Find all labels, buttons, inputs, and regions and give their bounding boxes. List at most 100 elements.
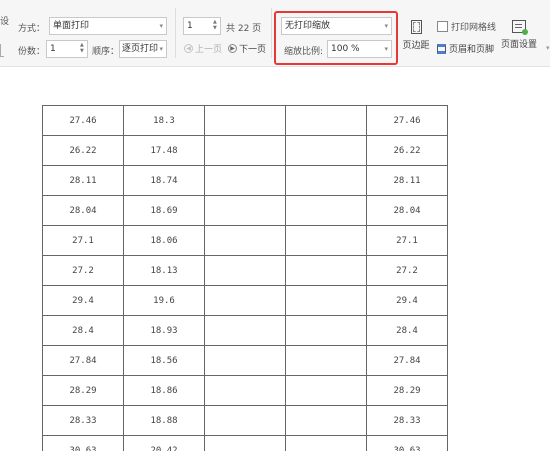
order-label: 顺序：: [92, 47, 120, 57]
prev-page-label: 上一页: [195, 45, 223, 55]
highlight-box: [274, 11, 398, 65]
page-margins-icon: [410, 20, 422, 34]
margins-label: 页边距: [402, 41, 430, 51]
table-cell: 27.84: [366, 345, 448, 376]
table-cell: [204, 135, 286, 166]
toolbar-edge-text: 设: [0, 17, 10, 27]
table-cell: 20.42: [123, 435, 205, 451]
toolbar-divider: [271, 8, 272, 58]
chevron-down-icon: ▾: [159, 22, 163, 30]
table-cell: [285, 165, 367, 196]
print-gridlines-checkbox[interactable]: 打印网格线: [437, 20, 496, 33]
table-cell: 27.46: [42, 105, 124, 136]
prev-page-button[interactable]: ◀ 上一页: [184, 42, 222, 55]
page-total: 共 22 页: [226, 24, 262, 34]
table-cell: [285, 435, 367, 451]
print-preview-toolbar: 设 方式： 单面打印 ▾ 份数： 1 ▲ ▼ 顺序： 逐页打印 ▾ 1 ▲ ▼ 共 …: [0, 0, 550, 67]
table-cell: [204, 105, 286, 136]
copies-stepper[interactable]: 1 ▲ ▼: [46, 40, 88, 58]
table-cell: 28.4: [42, 315, 124, 346]
print-order-select[interactable]: 逐页打印 ▾: [119, 40, 167, 58]
table-cell: 18.69: [123, 195, 205, 226]
arrow-left-icon: ◀: [184, 44, 193, 53]
print-method-select[interactable]: 单面打印 ▾: [49, 17, 167, 35]
table-cell: 27.46: [366, 105, 448, 136]
table-cell: 28.04: [42, 195, 124, 226]
table-cell: [285, 195, 367, 226]
table-cell: 18.06: [123, 225, 205, 256]
table-cell: [285, 405, 367, 436]
table-cell: [285, 255, 367, 286]
header-footer-label: 页眉和页脚: [449, 45, 495, 55]
table-cell: 18.56: [123, 345, 205, 376]
table-cell: 18.74: [123, 165, 205, 196]
table-row: 28.29 18.86 28.29: [42, 375, 448, 406]
table-cell: [285, 345, 367, 376]
table-row: 30.63 20.42 30.63: [42, 435, 448, 451]
checkbox-icon: [437, 21, 448, 32]
overflow-chevron-icon[interactable]: ▾: [546, 44, 550, 52]
header-footer-icon: [437, 43, 446, 54]
table-row: 26.22 17.48 26.22: [42, 135, 448, 166]
table-row: 28.04 18.69 28.04: [42, 195, 448, 226]
table-row: 28.33 18.88 28.33: [42, 405, 448, 436]
table-cell: 28.33: [42, 405, 124, 436]
table-cell: [204, 165, 286, 196]
table-cell: 27.2: [42, 255, 124, 286]
table-cell: 28.04: [366, 195, 448, 226]
print-order-value: 逐页打印: [122, 44, 159, 54]
table-cell: [285, 375, 367, 406]
table-cell: 17.48: [123, 135, 205, 166]
spinner-arrows-icon[interactable]: ▲ ▼: [80, 42, 85, 54]
chevron-down-icon: ▾: [159, 45, 163, 53]
page-number-stepper[interactable]: 1 ▲ ▼: [183, 17, 221, 35]
table-cell: 18.13: [123, 255, 205, 286]
table-row: 28.4 18.93 28.4: [42, 315, 448, 346]
data-table: 27.46 18.3 27.46 26.22 17.48 26.22 28.11 18.74 2…: [42, 105, 448, 451]
table-cell: [204, 405, 286, 436]
document-preview: 27.46 18.3 27.46 26.22 17.48 26.22 28.11 18.74 2…: [42, 105, 452, 451]
table-cell: 28.29: [42, 375, 124, 406]
next-page-label: 下一页: [239, 45, 267, 55]
table-cell: [204, 255, 286, 286]
table-cell: [285, 135, 367, 166]
table-cell: 27.1: [366, 225, 448, 256]
table-cell: [204, 315, 286, 346]
table-cell: [285, 105, 367, 136]
table-cell: 26.22: [42, 135, 124, 166]
table-row: 28.11 18.74 28.11: [42, 165, 448, 196]
table-cell: [204, 375, 286, 406]
page-setup-icon: [512, 20, 528, 35]
table-cell: 26.22: [366, 135, 448, 166]
table-row: 29.4 19.6 29.4: [42, 285, 448, 316]
toolbar-divider: [175, 8, 176, 58]
margins-button[interactable]: 页边距: [399, 20, 433, 51]
table-cell: 27.84: [42, 345, 124, 376]
page-setup-label: 页面设置: [500, 40, 537, 50]
header-footer-button[interactable]: 页眉和页脚: [437, 42, 494, 55]
table-cell: [204, 345, 286, 376]
spinner-arrows-icon[interactable]: ▲ ▼: [213, 19, 218, 31]
table-cell: 27.1: [42, 225, 124, 256]
table-cell: 18.86: [123, 375, 205, 406]
table-cell: [285, 225, 367, 256]
table-cell: 18.3: [123, 105, 205, 136]
table-row: 27.2 18.13 27.2: [42, 255, 448, 286]
method-label: 方式：: [18, 24, 46, 34]
page-number-value: 1: [187, 21, 193, 31]
table-cell: [204, 285, 286, 316]
table-cell: 28.11: [366, 165, 448, 196]
gridlines-label: 打印网格线: [451, 23, 497, 33]
table-cell: 29.4: [366, 285, 448, 316]
table-cell: 28.4: [366, 315, 448, 346]
table-row: 27.84 18.56 27.84: [42, 345, 448, 376]
next-page-button[interactable]: ▶ 下一页: [228, 42, 266, 55]
copies-label: 份数：: [18, 47, 46, 57]
table-row: 27.1 18.06 27.1: [42, 225, 448, 256]
table-cell: [204, 435, 286, 451]
copies-value: 1: [50, 44, 56, 54]
table-cell: 18.93: [123, 315, 205, 346]
print-method-value: 单面打印: [53, 21, 90, 31]
table-cell: 28.11: [42, 165, 124, 196]
page-setup-button[interactable]: 页面设置: [499, 20, 539, 50]
